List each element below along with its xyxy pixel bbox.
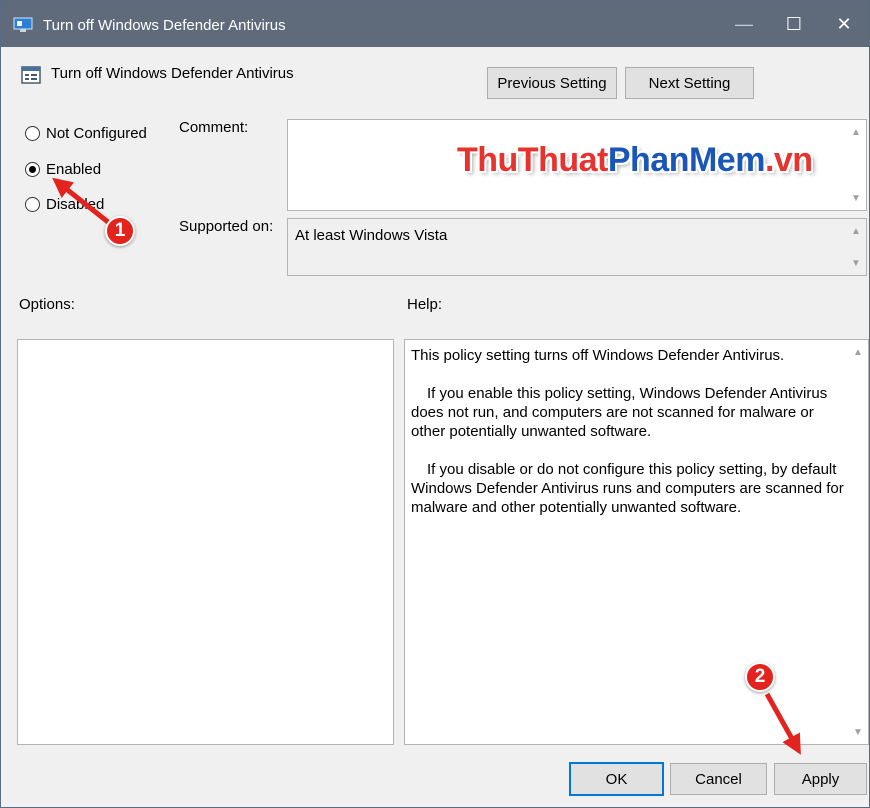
help-paragraph: This policy setting turns off Windows De… — [411, 347, 785, 364]
window-title: Turn off Windows Defender Antivirus — [43, 17, 286, 34]
help-paragraph: If you disable or do not configure this … — [411, 461, 844, 516]
options-label: Options: — [19, 296, 75, 313]
comment-scrollbar[interactable]: ▲ ▼ — [846, 120, 866, 210]
radio-enabled[interactable]: Enabled — [25, 161, 101, 178]
step-1-badge: 1 — [105, 216, 135, 246]
close-button[interactable]: ✕ — [819, 1, 869, 47]
radio-button[interactable] — [25, 162, 40, 177]
help-scrollbar[interactable]: ▲ ▼ — [848, 340, 868, 744]
radio-label: Not Configured — [46, 125, 147, 142]
help-label: Help: — [407, 296, 443, 313]
watermark-logo: ThuThuatPhanMem.vn — [457, 141, 813, 179]
policy-setting-icon — [21, 66, 41, 84]
radio-not-configured[interactable]: Not Configured — [25, 125, 147, 142]
radio-button[interactable] — [25, 126, 40, 141]
comment-label: Comment: — [179, 119, 249, 136]
supported-on-label: Supported on: — [179, 218, 274, 235]
radio-disabled[interactable]: Disabled — [25, 196, 104, 213]
apply-button[interactable]: Apply — [774, 763, 867, 795]
scroll-down-icon[interactable]: ▼ — [846, 188, 866, 208]
help-paragraph: If you enable this policy setting, Windo… — [411, 385, 828, 440]
setting-name: Turn off Windows Defender Antivirus — [51, 65, 294, 82]
scroll-up-icon[interactable]: ▲ — [846, 221, 866, 241]
step-2-badge: 2 — [745, 662, 775, 692]
scroll-up-icon[interactable]: ▲ — [848, 342, 868, 362]
cancel-button[interactable]: Cancel — [670, 763, 767, 795]
scroll-up-icon[interactable]: ▲ — [846, 122, 866, 142]
radio-label: Enabled — [46, 161, 102, 178]
scroll-down-icon[interactable]: ▼ — [848, 722, 868, 742]
supported-on-value: At least Windows Vista — [295, 227, 448, 244]
help-panel: This policy setting turns off Windows De… — [404, 339, 869, 745]
policy-dialog: Turn off Windows Defender Antivirus — ☐ … — [0, 0, 870, 808]
minimize-button[interactable]: — — [719, 1, 769, 47]
radio-label: Disabled — [46, 196, 105, 213]
group-policy-app-icon — [13, 17, 33, 32]
help-text: This policy setting turns off Windows De… — [411, 346, 846, 536]
ok-button[interactable]: OK — [569, 762, 664, 796]
scroll-down-icon[interactable]: ▼ — [846, 253, 866, 273]
supported-scrollbar[interactable]: ▲ ▼ — [846, 219, 866, 275]
title-bar[interactable]: Turn off Windows Defender Antivirus — ☐ … — [1, 1, 869, 47]
previous-setting-button[interactable]: Previous Setting — [487, 67, 617, 99]
supported-on-box: At least Windows Vista ▲ ▼ — [287, 218, 867, 276]
maximize-button[interactable]: ☐ — [769, 1, 819, 47]
next-setting-button[interactable]: Next Setting — [625, 67, 754, 99]
radio-button[interactable] — [25, 197, 40, 212]
options-panel — [17, 339, 394, 745]
